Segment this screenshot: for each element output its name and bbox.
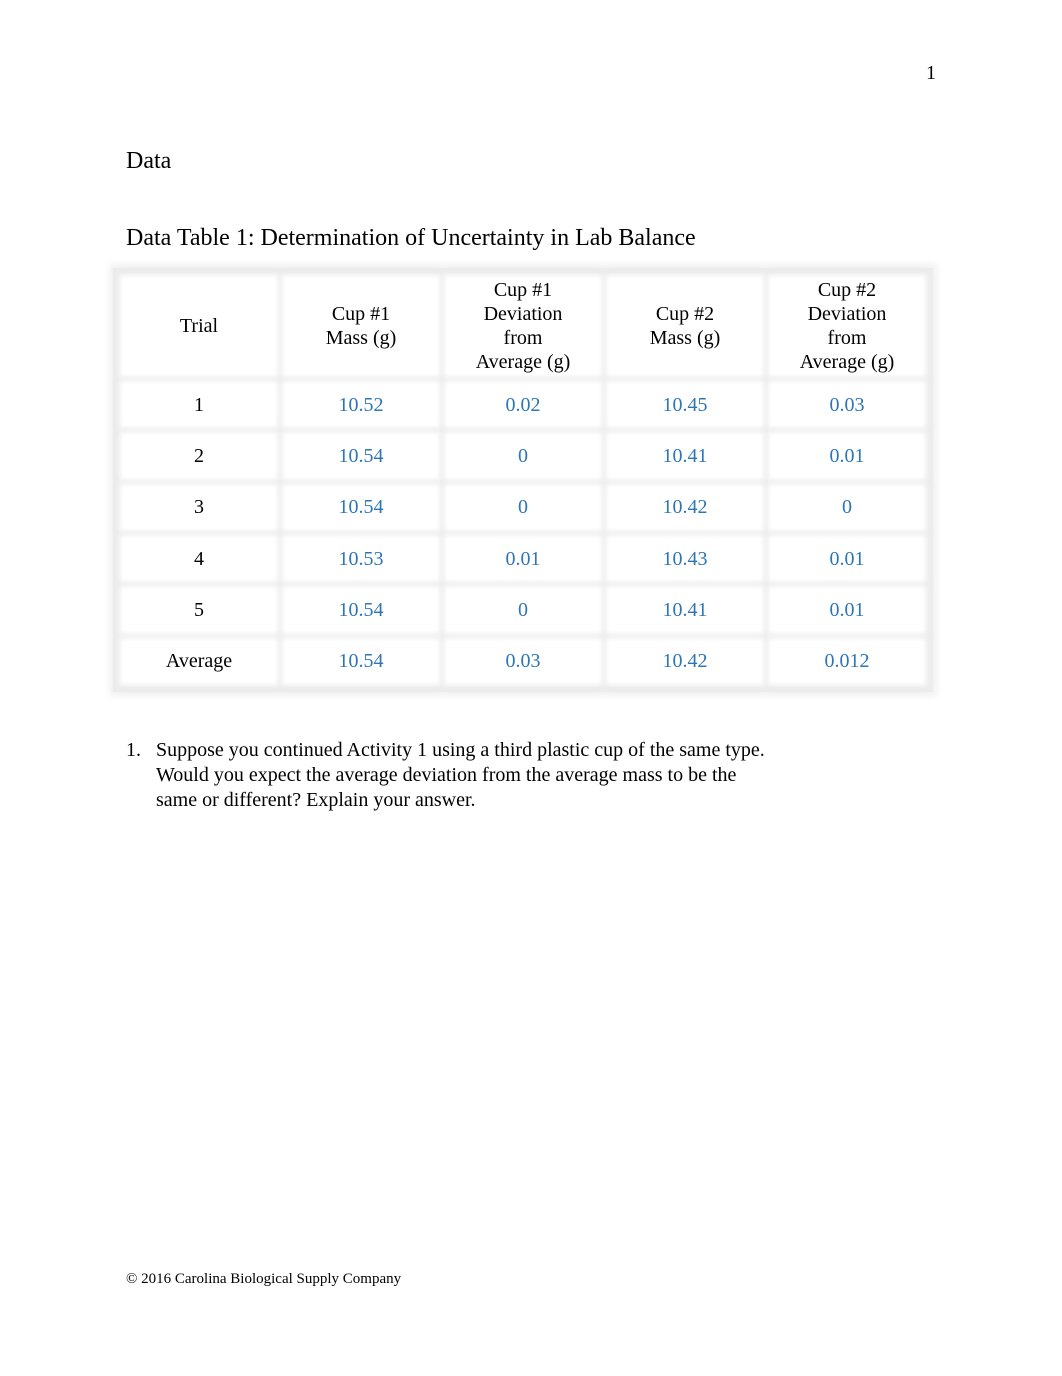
cup1-mass-cell: 10.54 [285,435,437,477]
data-table: Trial Cup #1 Mass (g) Cup #1 Deviation f… [113,268,933,692]
cup1-deviation-cell: 0 [447,589,599,631]
trial-label: Average [123,640,275,682]
table-row: 5 10.54 0 10.41 0.01 [123,589,923,631]
trial-label: 4 [123,537,275,580]
cup1-mass-cell: 10.53 [285,537,437,580]
table-row-average: Average 10.54 0.03 10.42 0.012 [123,640,923,682]
data-table-container: Trial Cup #1 Mass (g) Cup #1 Deviation f… [113,268,933,692]
table-row: 1 10.52 0.02 10.45 0.03 [123,384,923,426]
copyright-footer: © 2016 Carolina Biological Supply Compan… [126,1271,402,1287]
cup2-deviation-cell: 0.01 [771,537,923,580]
cup1-deviation-cell: 0.01 [447,537,599,580]
cup2-mass-cell: 10.41 [609,589,761,631]
header-trial: Trial [123,278,275,374]
page-number: 1 [926,62,936,84]
table-row: 4 10.53 0.01 10.43 0.01 [123,537,923,580]
cup2-deviation-cell: 0.03 [771,384,923,426]
cup1-mass-cell: 10.52 [285,384,437,426]
cup1-mass-cell: 10.54 [285,589,437,631]
cup2-deviation-cell: 0.012 [771,640,923,682]
question-number: 1. [126,739,141,761]
header-cup1-deviation: Cup #1 Deviation from Average (g) [447,278,599,374]
section-heading: Data [126,148,172,174]
cup2-mass-cell: 10.43 [609,537,761,580]
trial-label: 1 [123,384,275,426]
cup1-mass-cell: 10.54 [285,640,437,682]
cup2-mass-cell: 10.45 [609,384,761,426]
cup2-mass-cell: 10.41 [609,435,761,477]
cup1-mass-cell: 10.54 [285,486,437,528]
trial-label: 5 [123,589,275,631]
table-title: Data Table 1: Determination of Uncertain… [126,225,696,251]
question-1: 1. Suppose you continued Activity 1 usin… [126,738,766,813]
header-cup2-deviation: Cup #2 Deviation from Average (g) [771,278,923,374]
cup1-deviation-cell: 0 [447,486,599,528]
cup2-deviation-cell: 0.01 [771,435,923,477]
question-text: Suppose you continued Activity 1 using a… [156,739,765,811]
cup2-mass-cell: 10.42 [609,486,761,528]
header-cup1-mass: Cup #1 Mass (g) [285,278,437,374]
cup2-deviation-cell: 0.01 [771,589,923,631]
cup2-mass-cell: 10.42 [609,640,761,682]
cup1-deviation-cell: 0 [447,435,599,477]
cup1-deviation-cell: 0.03 [447,640,599,682]
trial-label: 3 [123,486,275,528]
trial-label: 2 [123,435,275,477]
cup2-deviation-cell: 0 [771,486,923,528]
header-cup2-mass: Cup #2 Mass (g) [609,278,761,374]
table-row: 2 10.54 0 10.41 0.01 [123,435,923,477]
table-header-row: Trial Cup #1 Mass (g) Cup #1 Deviation f… [123,278,923,374]
table-row: 3 10.54 0 10.42 0 [123,486,923,528]
cup1-deviation-cell: 0.02 [447,384,599,426]
